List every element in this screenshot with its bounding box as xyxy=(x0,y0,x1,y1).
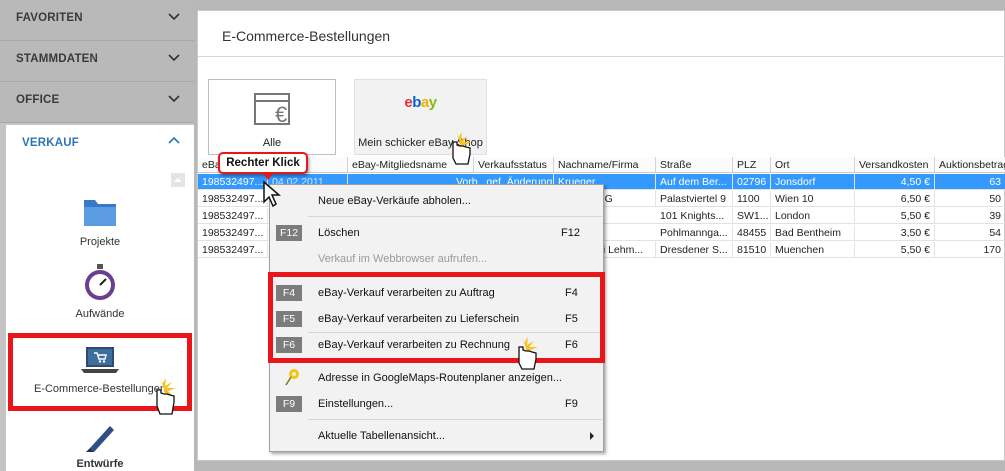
menu-item-fetch[interactable]: Neue eBay-Verkäufe abholen... xyxy=(270,189,603,213)
menu-item-label: Neue eBay-Verkäufe abholen... xyxy=(318,195,471,207)
cell-shipping: 3,50 € xyxy=(855,225,935,241)
sidebar-item-label: Aufwände xyxy=(75,308,125,320)
arrow-cursor-icon xyxy=(263,180,282,208)
cell-amount: 54 xyxy=(935,225,1005,241)
divider xyxy=(198,56,1005,57)
hand-cursor-click-icon xyxy=(452,130,472,165)
scroll-up-button[interactable] xyxy=(171,173,185,187)
column-header[interactable]: Auktionsbetrag xyxy=(935,157,1005,173)
cell-street: Auf dem Ber... xyxy=(656,174,733,190)
hand-cursor-click-icon xyxy=(518,335,538,370)
column-header[interactable]: Nachname/Firma xyxy=(554,157,656,173)
column-header[interactable]: PLZ xyxy=(733,157,771,173)
chevron-down-icon xyxy=(168,95,180,103)
submenu-arrow-icon xyxy=(590,432,594,440)
menu-item-label: Löschen xyxy=(318,227,360,239)
menu-item-settings[interactable]: F9 Einstellungen... F9 xyxy=(270,392,603,416)
chevron-down-icon xyxy=(168,54,180,62)
pushpin-icon xyxy=(285,369,299,386)
euro-window-icon: € xyxy=(254,93,290,127)
cell-shipping: 5,50 € xyxy=(855,208,935,224)
chevron-down-icon xyxy=(168,13,180,21)
cell-city: Wien 10 xyxy=(771,191,855,207)
cell-id: 198532497... xyxy=(198,191,268,207)
key-badge: F12 xyxy=(276,225,302,241)
cell-street: 101 Knights... xyxy=(656,208,733,224)
section-stammdaten[interactable]: STAMMDATEN xyxy=(0,41,194,82)
menu-item-shortcut: F12 xyxy=(561,227,580,239)
sidebar-item-projekte[interactable]: Projekte xyxy=(6,194,194,248)
menu-separator xyxy=(308,216,602,217)
sidebar-item-label: Entwürfe xyxy=(76,458,124,470)
cell-shipping: 4,50 € xyxy=(855,174,935,190)
filter-alle-button[interactable]: € Alle xyxy=(208,79,336,155)
menu-item-label: Adresse in GoogleMaps-Routenplaner anzei… xyxy=(318,372,562,384)
cell-city: Jonsdorf xyxy=(771,174,855,190)
key-badge: F9 xyxy=(276,396,302,412)
pen-icon xyxy=(86,426,114,452)
svg-text:€: € xyxy=(275,102,287,127)
cell-plz: 1100 xyxy=(733,191,771,207)
column-header[interactable]: Straße xyxy=(656,157,733,173)
column-header[interactable]: Versandkosten xyxy=(855,157,935,173)
cell-amount: 170 xyxy=(935,242,1005,258)
callout-right-click: Rechter Klick xyxy=(218,152,308,174)
section-label: FAVORITEN xyxy=(16,12,83,24)
cell-plz: 48455 xyxy=(733,225,771,241)
cell-id: 198532497... xyxy=(198,242,268,258)
chevron-up-icon xyxy=(168,136,180,144)
section-label: OFFICE xyxy=(16,94,60,106)
cell-plz: 81510 xyxy=(733,242,771,258)
column-header[interactable]: Ort xyxy=(771,157,855,173)
menu-item-label: Verkauf im Webbrowser aufrufen... xyxy=(318,253,488,265)
menu-item-table-view[interactable]: Aktuelle Tabellenansicht... xyxy=(270,424,603,448)
column-header[interactable]: Verkaufsstatus xyxy=(474,157,554,173)
menu-item-shortcut: F9 xyxy=(565,398,578,410)
page-title: E-Commerce-Bestellungen xyxy=(222,28,391,44)
menu-separator xyxy=(308,419,602,420)
cell-id: 198532497... xyxy=(198,225,268,241)
cell-shipping: 5,50 € xyxy=(855,242,935,258)
sidebar-item-entwuerfe[interactable]: Entwürfe xyxy=(6,422,194,470)
cell-city: Bad Bentheim xyxy=(771,225,855,241)
cell-shipping: 6,50 € xyxy=(855,191,935,207)
menu-item-delete[interactable]: F12 Löschen F12 xyxy=(270,221,603,245)
menu-item-label: Einstellungen... xyxy=(318,398,394,410)
sidebar-item-aufwaende[interactable]: Aufwände xyxy=(6,262,194,320)
cell-amount: 39 xyxy=(935,208,1005,224)
cell-street: Palastviertel 9 xyxy=(656,191,733,207)
cell-city: London xyxy=(771,208,855,224)
folder-icon xyxy=(84,200,116,226)
callout-tail xyxy=(262,172,274,180)
cell-plz: SW1... xyxy=(733,208,771,224)
menu-item-open-browser: Verkauf im Webbrowser aufrufen... xyxy=(270,247,603,271)
menu-item-label: Aktuelle Tabellenansicht... xyxy=(318,430,445,442)
cell-amount: 63 xyxy=(935,174,1005,190)
filter-label: Alle xyxy=(262,137,282,149)
highlight-process-items xyxy=(268,272,605,363)
stopwatch-icon xyxy=(85,264,115,300)
cell-street: Pohlmannga... xyxy=(656,225,733,241)
cell-id: 198532497... xyxy=(198,174,268,190)
cell-street: Dresdener S... xyxy=(656,242,733,258)
hand-cursor-click-icon xyxy=(156,376,176,415)
section-label: VERKAUF xyxy=(22,137,79,149)
scroll-up-icon xyxy=(174,178,182,182)
section-verkauf[interactable]: VERKAUF xyxy=(6,125,194,166)
section-office[interactable]: OFFICE xyxy=(0,82,194,123)
menu-item-googlemaps[interactable]: Adresse in GoogleMaps-Routenplaner anzei… xyxy=(270,366,603,390)
sidebar-item-label: Projekte xyxy=(79,236,121,248)
section-label: STAMMDATEN xyxy=(16,53,99,65)
cell-plz: 02796 xyxy=(733,174,771,190)
cell-id: 198532497... xyxy=(198,208,268,224)
cell-city: Muenchen xyxy=(771,242,855,258)
section-favoriten[interactable]: FAVORITEN xyxy=(0,0,194,41)
ebay-logo: ebay xyxy=(404,94,437,111)
cell-amount: 50 xyxy=(935,191,1005,207)
